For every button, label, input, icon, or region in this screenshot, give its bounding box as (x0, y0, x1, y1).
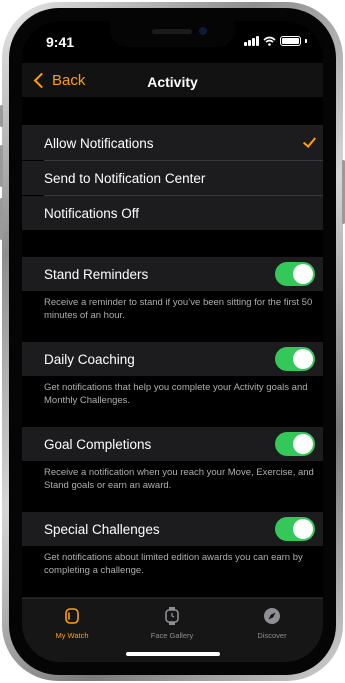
setting-description: Get notifications about limited edition … (44, 552, 303, 576)
status-icons (244, 36, 307, 46)
option-label: Allow Notifications (44, 136, 154, 151)
volume-down-button (0, 198, 3, 240)
tab-discover[interactable]: Discover (222, 607, 322, 640)
battery-tip (305, 39, 307, 43)
front-camera (199, 27, 207, 35)
watch-icon (65, 608, 79, 624)
special-challenges-toggle[interactable] (275, 517, 315, 541)
speaker-grille (152, 29, 192, 34)
wifi-icon (263, 36, 276, 46)
option-label: Send to Notification Center (44, 171, 206, 186)
compass-icon (264, 608, 280, 624)
setting-daily-coaching: Daily Coaching (22, 342, 323, 376)
toggle-knob (293, 349, 313, 369)
setting-description: Receive a notification when you reach yo… (44, 467, 314, 491)
tab-face-gallery[interactable]: Face Gallery (122, 607, 222, 640)
setting-goal-completions: Goal Completions (22, 427, 323, 461)
option-allow-notifications[interactable]: Allow Notifications (22, 125, 323, 160)
watch-face-icon (165, 607, 179, 625)
volume-up-button (0, 145, 3, 187)
tab-label: Discover (257, 631, 287, 640)
stand-reminders-toggle[interactable] (275, 262, 315, 286)
setting-description: Receive a reminder to stand if you’ve be… (44, 297, 313, 321)
status-time: 9:41 (46, 34, 75, 50)
setting-description: Get notifications that help you complete… (44, 382, 308, 406)
section-spacer (22, 230, 323, 257)
mute-switch (0, 105, 3, 127)
option-label: Notifications Off (44, 206, 140, 221)
section-spacer (22, 97, 323, 125)
setting-label: Stand Reminders (44, 267, 149, 282)
cellular-signal-icon (244, 36, 259, 46)
toggle-knob (293, 264, 313, 284)
notch (110, 21, 235, 47)
goal-completions-toggle[interactable] (275, 432, 315, 456)
setting-label: Special Challenges (44, 522, 160, 537)
setting-label: Daily Coaching (44, 352, 135, 367)
daily-coaching-toggle[interactable] (275, 347, 315, 371)
battery-icon (280, 36, 301, 46)
navigation-bar: Back Activity (22, 63, 323, 97)
tab-label: Face Gallery (150, 631, 194, 640)
option-notifications-off[interactable]: Notifications Off (22, 196, 323, 230)
option-send-to-notification-center[interactable]: Send to Notification Center (22, 161, 323, 195)
screen: 9:41 Back Activity Allow Notifications S… (22, 21, 323, 662)
checkmark-icon (302, 134, 317, 148)
setting-special-challenges: Special Challenges (22, 512, 323, 546)
toggle-knob (293, 519, 313, 539)
tab-my-watch[interactable]: My Watch (22, 607, 122, 640)
tab-label: My Watch (55, 631, 89, 640)
home-indicator[interactable] (126, 652, 220, 656)
toggle-knob (293, 434, 313, 454)
setting-label: Goal Completions (44, 437, 152, 452)
setting-stand-reminders: Stand Reminders (22, 257, 323, 291)
page-title: Activity (147, 74, 198, 90)
